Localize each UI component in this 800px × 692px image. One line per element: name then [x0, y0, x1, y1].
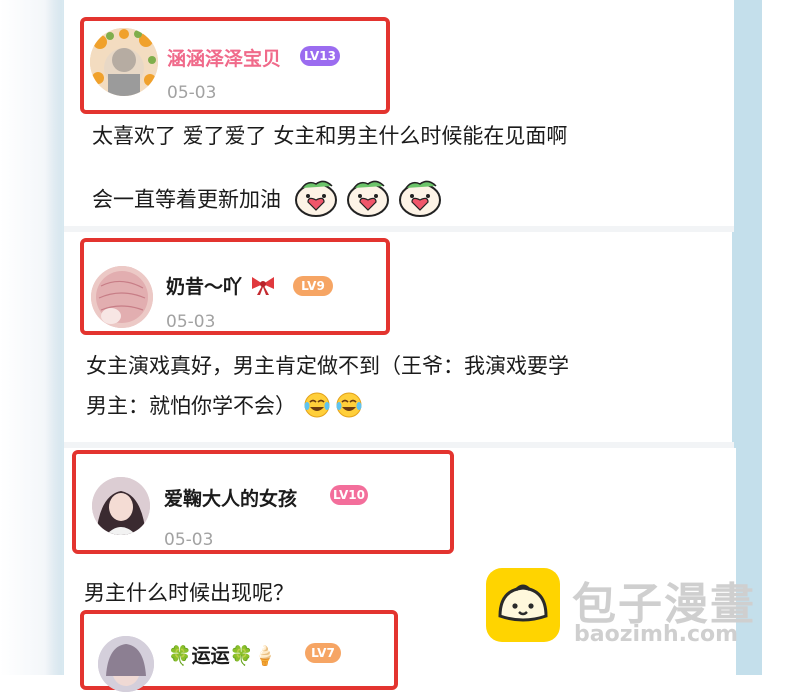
laughing-emoji-icon [303, 392, 365, 423]
comment-text: 太喜欢了 爱了爱了 女主和男主什么时候能在见面啊 [92, 124, 568, 148]
comment-text: 男主什么时候出现呢？ [84, 581, 294, 605]
username-text: 运运 [191, 645, 230, 667]
avatar[interactable] [91, 266, 153, 328]
avatar[interactable] [92, 477, 150, 535]
avatar-image [98, 636, 154, 692]
emoji-sticker [294, 178, 444, 223]
username-text: 奶昔～吖 [166, 276, 243, 298]
username[interactable]: 🍀运运🍀🍦 [168, 641, 277, 668]
avatar-image [91, 266, 153, 328]
avatar[interactable] [90, 28, 158, 96]
clover-icon: 🍀 [168, 645, 192, 667]
ice-cream-icon: 🍦 [253, 645, 278, 667]
comment-text: 男主：就怕你学不会） [86, 390, 365, 423]
level-badge: LV10 [330, 485, 368, 505]
comment-date: 05-03 [164, 530, 214, 550]
clover-icon: 🍀 [229, 645, 254, 667]
comment-text: 女主演戏真好，男主肯定做不到（王爷：我演戏要学 [86, 354, 569, 378]
level-badge: LV9 [293, 276, 333, 296]
left-frame-border [46, 0, 64, 675]
level-badge: LV7 [305, 643, 341, 663]
username[interactable]: 涵涵泽泽宝贝 [167, 44, 281, 71]
comment-date: 05-03 [167, 83, 217, 103]
avatar-image [92, 477, 150, 535]
avatar-image [90, 28, 158, 96]
app-logo-icon [486, 568, 560, 642]
level-badge: LV13 [300, 46, 340, 66]
ribbon-icon [249, 274, 277, 301]
avatar[interactable] [98, 636, 154, 692]
username[interactable]: 奶昔～吖 [166, 272, 277, 301]
comment-text: 会一直等着更新加油 [92, 178, 444, 223]
watermark-url: baozimh.com [574, 622, 739, 647]
username[interactable]: 爱鞠大人的女孩 [164, 484, 297, 511]
comment-date: 05-03 [166, 312, 216, 332]
comment-text-line: 会一直等着更新加油 [92, 187, 281, 212]
comment-text-line: 男主：就怕你学不会） [86, 394, 296, 418]
